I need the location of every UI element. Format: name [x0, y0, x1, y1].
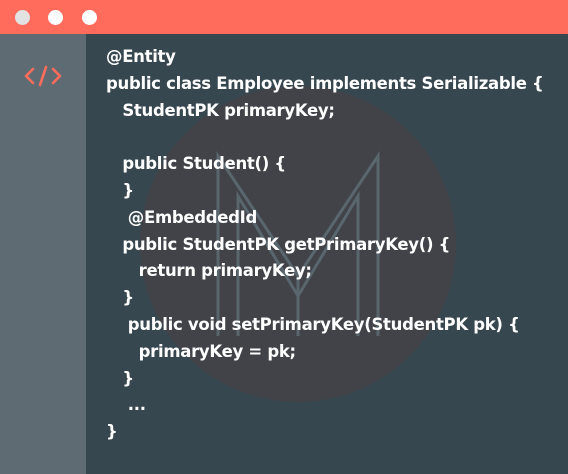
code-line: public class Employee implements Seriali… — [106, 73, 544, 93]
title-bar — [0, 0, 568, 34]
code-line: } — [106, 180, 134, 200]
code-brackets-icon — [24, 65, 62, 87]
window-control-dot[interactable] — [48, 10, 63, 25]
code-line: ... — [106, 395, 146, 415]
code-line: public Student() { — [106, 154, 286, 174]
window-control-dot[interactable] — [82, 10, 97, 25]
code-line: public StudentPK getPrimaryKey() { — [106, 234, 451, 254]
code-line: primaryKey = pk; — [106, 341, 296, 361]
code-line: @Entity — [106, 47, 176, 66]
editor-gutter — [0, 34, 86, 474]
code-window: @Entity public class Employee implements … — [0, 0, 568, 474]
code-block: @Entity public class Employee implements … — [106, 44, 544, 446]
code-line: StudentPK primaryKey; — [106, 100, 335, 120]
code-line: public void setPrimaryKey(StudentPK pk) … — [106, 314, 520, 334]
code-line: } — [106, 422, 118, 442]
code-line: } — [106, 368, 134, 388]
code-line: @EmbeddedId — [106, 207, 258, 227]
code-line: return primaryKey; — [106, 261, 312, 281]
code-line: } — [106, 288, 134, 308]
window-control-dot[interactable] — [15, 10, 30, 25]
